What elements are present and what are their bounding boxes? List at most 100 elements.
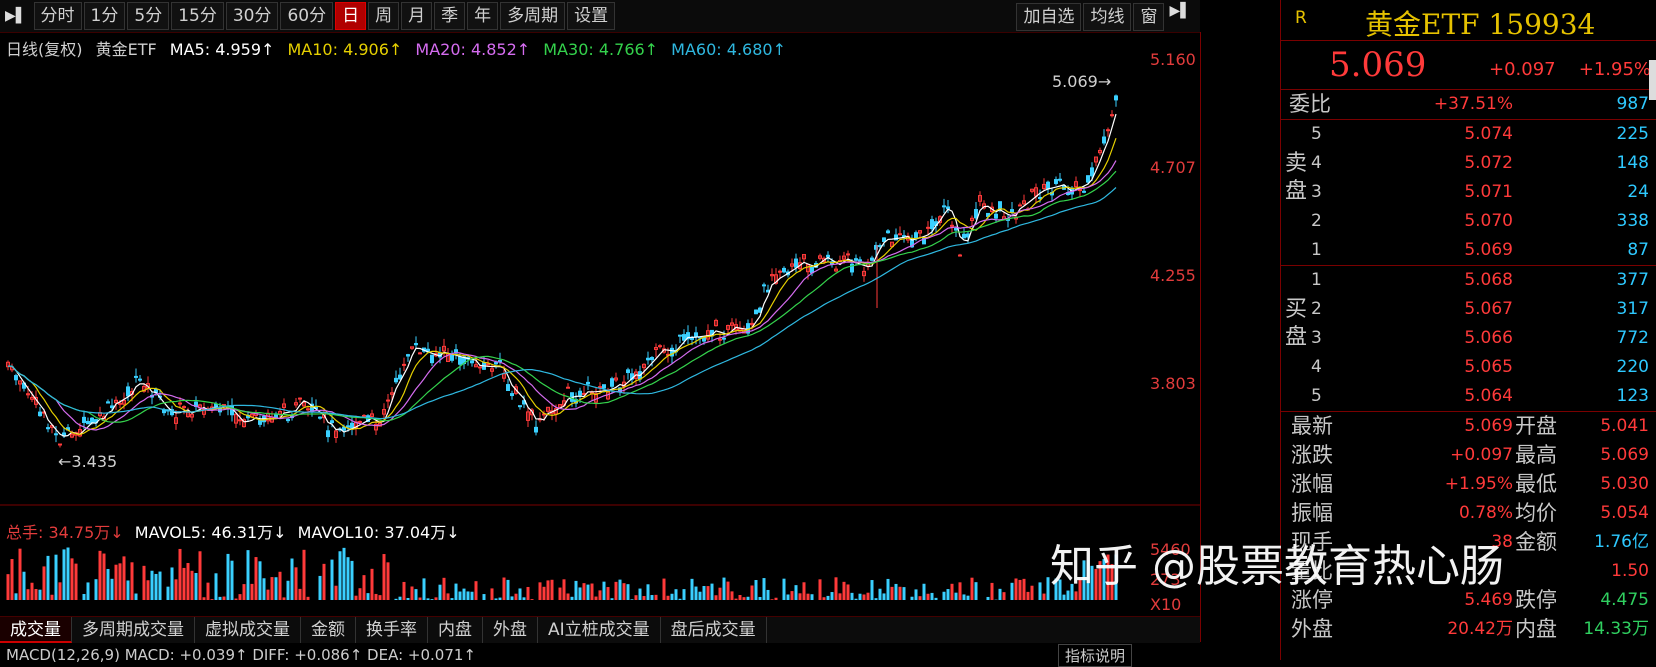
- macd-legend: MACD(12,26,9) MACD: +0.039↑ DIFF: +0.086…: [6, 646, 476, 664]
- volume-bar: [491, 588, 494, 600]
- order-level: 3: [1311, 178, 1322, 207]
- candle-body: [579, 391, 582, 395]
- volume-bar: [915, 589, 918, 600]
- volume-bar: [247, 550, 250, 600]
- volume-bar: [743, 597, 746, 600]
- volume-bar: [415, 589, 418, 600]
- volume-bar: [675, 589, 678, 600]
- volume-bar: [367, 593, 370, 600]
- order-level: 1: [1311, 236, 1322, 265]
- volume-bar: [399, 597, 402, 600]
- buy-order-row[interactable]: 15.068377: [1281, 266, 1656, 295]
- candle-body: [931, 220, 934, 229]
- volume-bar: [871, 580, 874, 600]
- volume-bar: [715, 595, 718, 600]
- indicator-tab-8[interactable]: 盘后成交量: [661, 617, 767, 643]
- sell-order-row[interactable]: 45.072148: [1281, 149, 1656, 178]
- stat-value-2: 1.76亿: [1594, 528, 1649, 557]
- candle-body: [763, 285, 766, 286]
- volume-bar: [99, 551, 102, 600]
- quote-header: R 黄金ETF 159934: [1281, 0, 1656, 41]
- volume-bar: [819, 579, 822, 600]
- stat-row: 涨幅+1.95%最低5.030: [1281, 470, 1656, 499]
- volume-bar: [19, 549, 22, 600]
- candle-body: [963, 234, 966, 238]
- volume-bar: [103, 554, 106, 600]
- candle-body: [1019, 205, 1022, 206]
- volume-bar: [783, 579, 786, 600]
- volume-bar: [975, 582, 978, 600]
- indicator-tabs: 成交量多周期成交量虚拟成交量金额换手率内盘外盘AI立桩成交量盘后成交量: [0, 616, 1200, 643]
- volume-bar: [703, 586, 706, 600]
- order-level: 4: [1311, 353, 1322, 382]
- indicator-tab-5[interactable]: 内盘: [428, 617, 483, 643]
- sell-orders: 卖盘 55.07422545.07214835.0712425.07033815…: [1281, 120, 1656, 266]
- volume-bar: [471, 592, 474, 600]
- indicator-help-button[interactable]: 指标说明: [1058, 644, 1132, 667]
- volume-bar: [283, 597, 286, 600]
- last-price: 5.069: [1329, 45, 1426, 85]
- stat-value-2: 1.50: [1611, 557, 1649, 586]
- indicator-tab-0[interactable]: 成交量: [0, 617, 72, 643]
- volume-bar: [567, 593, 570, 600]
- sell-order-row[interactable]: 55.074225: [1281, 120, 1656, 149]
- volume-bar: [63, 549, 66, 600]
- volume-bar: [359, 588, 362, 600]
- buy-order-row[interactable]: 35.066772: [1281, 324, 1656, 353]
- volume-bar: [1039, 582, 1042, 600]
- order-qty: 24: [1627, 178, 1649, 207]
- candle-body: [955, 228, 958, 230]
- volume-bar: [439, 585, 442, 600]
- volume-bar: [775, 598, 778, 600]
- volume-bar: [627, 584, 630, 600]
- kline-chart[interactable]: [0, 0, 1200, 600]
- buy-order-row[interactable]: 25.067317: [1281, 295, 1656, 324]
- buy-order-row[interactable]: 55.064123: [1281, 382, 1656, 411]
- candle-body: [59, 444, 62, 445]
- volume-bar: [831, 592, 834, 600]
- candle-body: [1039, 197, 1042, 198]
- volume-bar: [67, 548, 70, 600]
- panel-scrollbar[interactable]: [1649, 60, 1656, 100]
- volume-bar: [767, 590, 770, 600]
- volume-bar: [339, 551, 342, 600]
- volume-bar: [1063, 595, 1066, 600]
- indicator-tab-2[interactable]: 虚拟成交量: [195, 617, 301, 643]
- volume-bar: [187, 563, 190, 600]
- candle-body: [995, 214, 998, 218]
- indicator-tab-6[interactable]: 外盘: [483, 617, 538, 643]
- indicator-tab-1[interactable]: 多周期成交量: [72, 617, 195, 643]
- volume-bar: [919, 596, 922, 600]
- candle-body: [683, 335, 686, 341]
- volume-bar: [231, 561, 234, 600]
- volume-bar: [75, 564, 78, 600]
- candle-body: [431, 355, 434, 362]
- candle-body: [927, 227, 930, 228]
- order-level: 1: [1311, 266, 1322, 295]
- candle-body: [1047, 182, 1050, 188]
- candle-body: [535, 427, 538, 432]
- stat-row: 涨跌+0.097最高5.069: [1281, 441, 1656, 470]
- candle-body: [347, 426, 350, 427]
- volume-bar: [807, 594, 810, 600]
- sell-order-row[interactable]: 15.06987: [1281, 236, 1656, 265]
- candle-body: [651, 358, 654, 360]
- volume-bar: [39, 590, 42, 600]
- indicator-tab-4[interactable]: 换手率: [356, 617, 428, 643]
- volume-bar: [235, 599, 238, 600]
- sell-order-row[interactable]: 25.070338: [1281, 207, 1656, 236]
- volume-bar: [291, 559, 294, 600]
- volume-bar: [455, 584, 458, 600]
- volume-bar: [679, 599, 682, 600]
- volume-bar: [791, 591, 794, 600]
- candle-body: [975, 210, 978, 218]
- sell-order-row[interactable]: 35.07124: [1281, 178, 1656, 207]
- volume-bar: [951, 584, 954, 600]
- candle-body: [363, 415, 366, 416]
- indicator-tab-3[interactable]: 金额: [301, 617, 356, 643]
- indicator-tab-7[interactable]: AI立桩成交量: [538, 617, 661, 643]
- stat-label-2: 最低: [1515, 470, 1557, 499]
- buy-order-row[interactable]: 45.065220: [1281, 353, 1656, 382]
- volume-bar: [591, 584, 594, 600]
- volume-bar: [731, 591, 734, 600]
